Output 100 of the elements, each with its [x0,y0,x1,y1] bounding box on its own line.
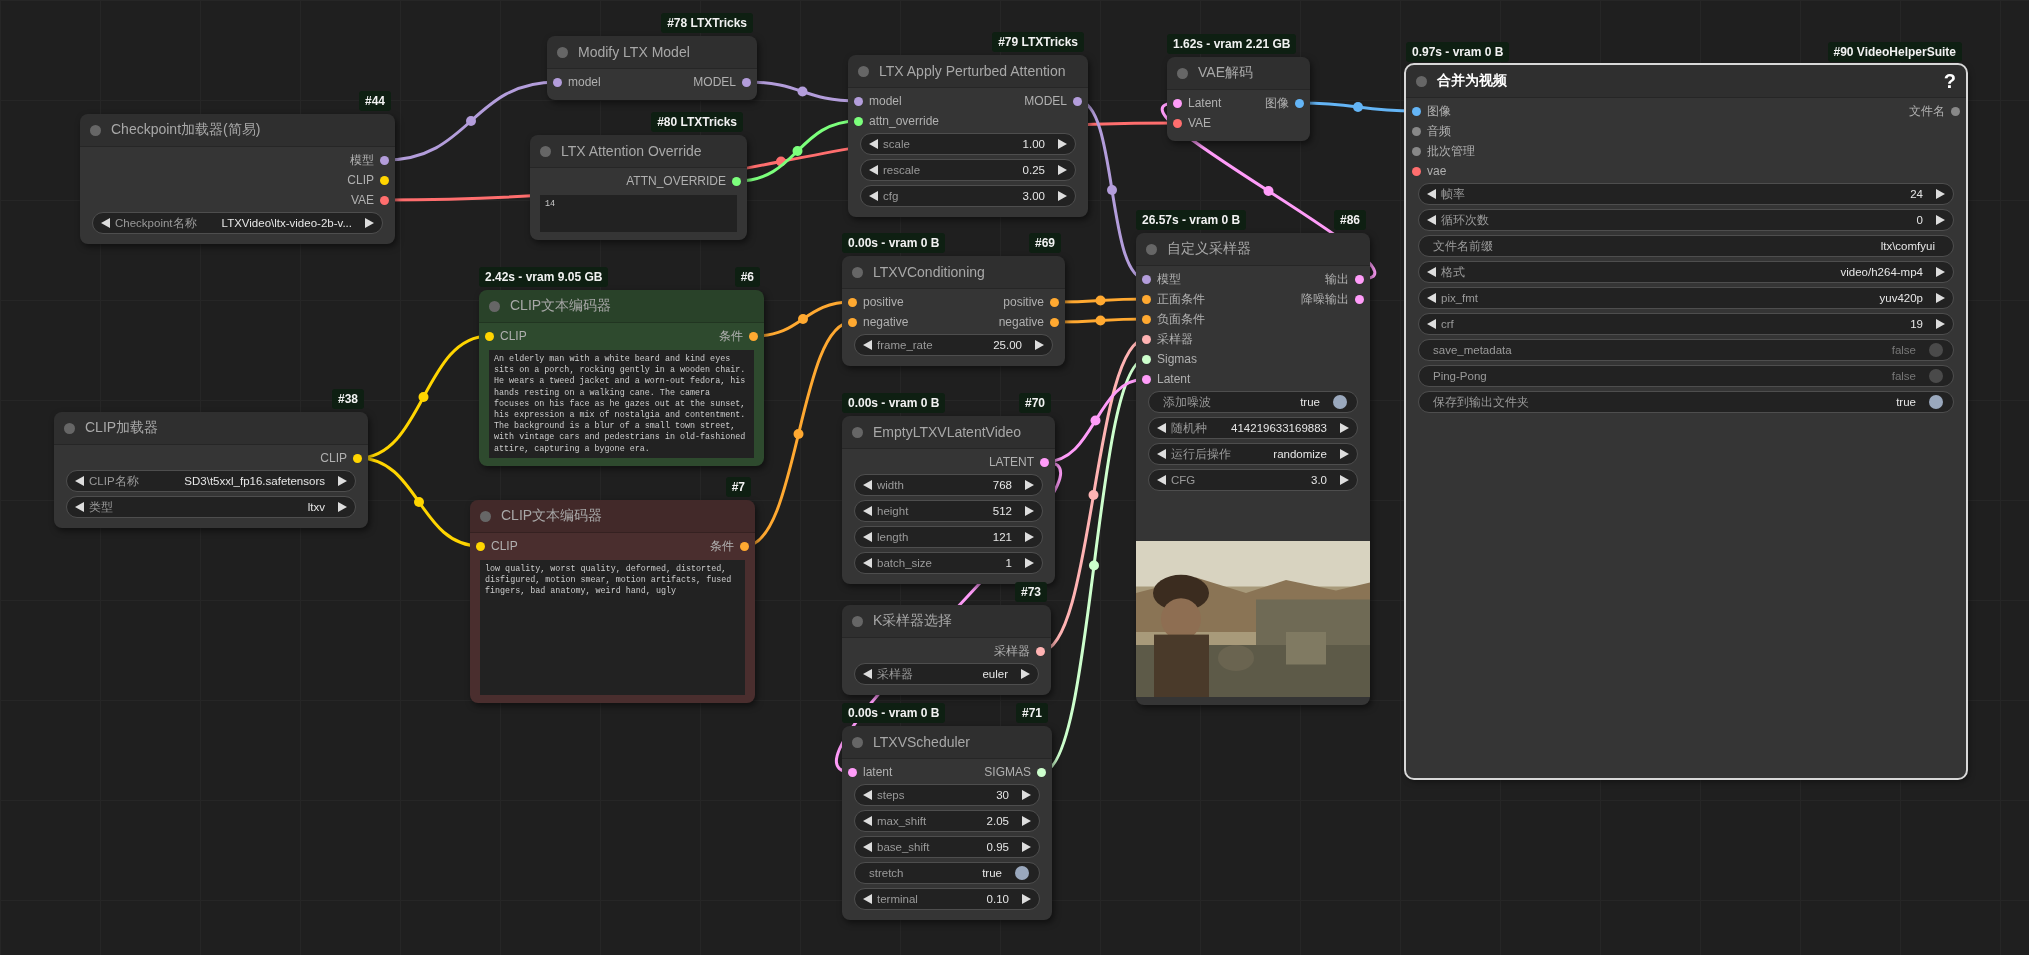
node-canvas[interactable] [0,0,2029,955]
decrement-arrow-icon[interactable] [863,816,872,826]
node-title-bar[interactable]: LTX Apply Perturbed Attention [848,55,1088,88]
decrement-arrow-icon[interactable] [869,165,878,175]
help-link[interactable]: ? [1943,69,1956,93]
input-port[interactable] [553,77,562,87]
value-stepper[interactable]: base_shift 0.95 [854,836,1040,858]
increment-arrow-icon[interactable] [1025,558,1034,568]
output-port[interactable] [380,155,389,165]
value-stepper[interactable]: crf 19 [1418,313,1954,335]
decrement-arrow-icon[interactable] [1427,319,1436,329]
decrement-arrow-icon[interactable] [863,480,872,490]
increment-arrow-icon[interactable] [1021,669,1030,679]
value-stepper[interactable]: 随机种 414219633169883 [1148,417,1358,439]
output-port[interactable] [1355,294,1364,304]
node-title-bar[interactable]: EmptyLTXVLatentVideo [842,416,1055,449]
increment-arrow-icon[interactable] [1022,816,1031,826]
prompt-textarea[interactable]: An elderly man with a white beard and kind eyes sits on a porch, rocking gently in a wooden chair. He wears a tweed jacket and a worn-out fedora, his hands resting on a walking cane. The camera focuses on his face as he gazes out at the sunset, his expression a mix of nostalgia and contentment. The background is a blur of a small town street, with vintage cars and pedestrians in old-fashioned attire, capturing a bygone era. [489,350,754,458]
prompt-textarea[interactable]: 14 [540,195,737,232]
decrement-arrow-icon[interactable] [101,218,110,228]
input-port[interactable] [1412,126,1421,136]
node-title-bar[interactable]: LTXVConditioning [842,256,1065,289]
node-title-bar[interactable]: Checkpoint加载器(简易) [80,114,395,147]
value-stepper[interactable]: 帧率 24 [1418,183,1954,205]
prompt-textarea[interactable]: low quality, worst quality, deformed, distorted, disfigured, motion smear, motion artifacts, fused fingers, bad anatomy, weird hand, ugly [480,560,745,695]
value-stepper[interactable]: batch_size 1 [854,552,1043,574]
value-stepper[interactable]: Checkpoint名称 LTXVideo\ltx-video-2b-v... [92,212,383,234]
value-stepper[interactable]: CLIP名称 SD3\t5xxl_fp16.safetensors [66,470,356,492]
collapse-dot-icon[interactable] [852,736,863,748]
input-port[interactable] [1142,374,1151,384]
increment-arrow-icon[interactable] [1022,842,1031,852]
value-stepper[interactable]: rescale 0.25 [860,159,1076,181]
node-title-bar[interactable]: CLIP文本编码器 [479,290,764,323]
node-title-bar[interactable]: Modify LTX Model [547,36,757,69]
increment-arrow-icon[interactable] [1058,139,1067,149]
value-stepper[interactable]: length 121 [854,526,1043,548]
increment-arrow-icon[interactable] [1022,790,1031,800]
output-port[interactable] [353,453,362,463]
input-port[interactable] [476,541,485,551]
output-port[interactable] [1040,457,1049,467]
node-title-bar[interactable]: LTXVScheduler [842,726,1052,759]
collapse-dot-icon[interactable] [1416,75,1427,87]
decrement-arrow-icon[interactable] [75,476,84,486]
increment-arrow-icon[interactable] [1035,340,1044,350]
decrement-arrow-icon[interactable] [863,842,872,852]
input-port[interactable] [1142,314,1151,324]
collapse-dot-icon[interactable] [540,145,551,157]
toggle-switch[interactable]: save_metadata false [1418,339,1954,361]
decrement-arrow-icon[interactable] [1427,189,1436,199]
output-port[interactable] [1295,98,1304,108]
input-port[interactable] [848,297,857,307]
decrement-arrow-icon[interactable] [1157,423,1166,433]
toggle-knob[interactable] [1015,866,1029,880]
decrement-arrow-icon[interactable] [869,191,878,201]
input-port[interactable] [1142,274,1151,284]
increment-arrow-icon[interactable] [1022,894,1031,904]
decrement-arrow-icon[interactable] [863,506,872,516]
input-port[interactable] [1142,334,1151,344]
decrement-arrow-icon[interactable] [863,894,872,904]
node-title-bar[interactable]: LTX Attention Override [530,135,747,168]
collapse-dot-icon[interactable] [852,615,863,627]
value-stepper[interactable]: CFG 3.0 [1148,469,1358,491]
output-port[interactable] [740,541,749,551]
toggle-switch[interactable]: stretch true [854,862,1040,884]
value-stepper[interactable]: 循环次数 0 [1418,209,1954,231]
output-port[interactable] [1073,96,1082,106]
output-port[interactable] [742,77,751,87]
input-port[interactable] [1173,118,1182,128]
toggle-switch[interactable]: Ping-Pong false [1418,365,1954,387]
value-stepper[interactable]: frame_rate 25.00 [854,334,1053,356]
node-title-bar[interactable]: VAE解码 [1167,57,1310,90]
increment-arrow-icon[interactable] [1936,267,1945,277]
value-stepper[interactable]: 格式 video/h264-mp4 [1418,261,1954,283]
output-port[interactable] [1037,767,1046,777]
decrement-arrow-icon[interactable] [1157,449,1166,459]
value-stepper[interactable]: width 768 [854,474,1043,496]
collapse-dot-icon[interactable] [858,65,869,77]
increment-arrow-icon[interactable] [338,476,347,486]
decrement-arrow-icon[interactable] [863,340,872,350]
input-port[interactable] [854,96,863,106]
node-title-bar[interactable]: CLIP加载器 [54,412,368,445]
toggle-knob[interactable] [1929,369,1943,383]
output-port[interactable] [749,331,758,341]
input-port[interactable] [1173,98,1182,108]
decrement-arrow-icon[interactable] [1427,267,1436,277]
node-title-bar[interactable]: 自定义采样器 [1136,233,1370,266]
output-port[interactable] [1036,646,1045,656]
collapse-dot-icon[interactable] [489,300,500,312]
input-port[interactable] [1142,294,1151,304]
toggle-switch[interactable]: 保存到输出文件夹 true [1418,391,1954,413]
decrement-arrow-icon[interactable] [863,790,872,800]
increment-arrow-icon[interactable] [1025,532,1034,542]
increment-arrow-icon[interactable] [1025,506,1034,516]
collapse-dot-icon[interactable] [90,124,101,136]
collapse-dot-icon[interactable] [1177,67,1188,79]
increment-arrow-icon[interactable] [1340,423,1349,433]
output-port[interactable] [1355,274,1364,284]
value-stepper[interactable]: 采样器 euler [854,663,1039,685]
collapse-dot-icon[interactable] [557,46,568,58]
increment-arrow-icon[interactable] [1936,319,1945,329]
